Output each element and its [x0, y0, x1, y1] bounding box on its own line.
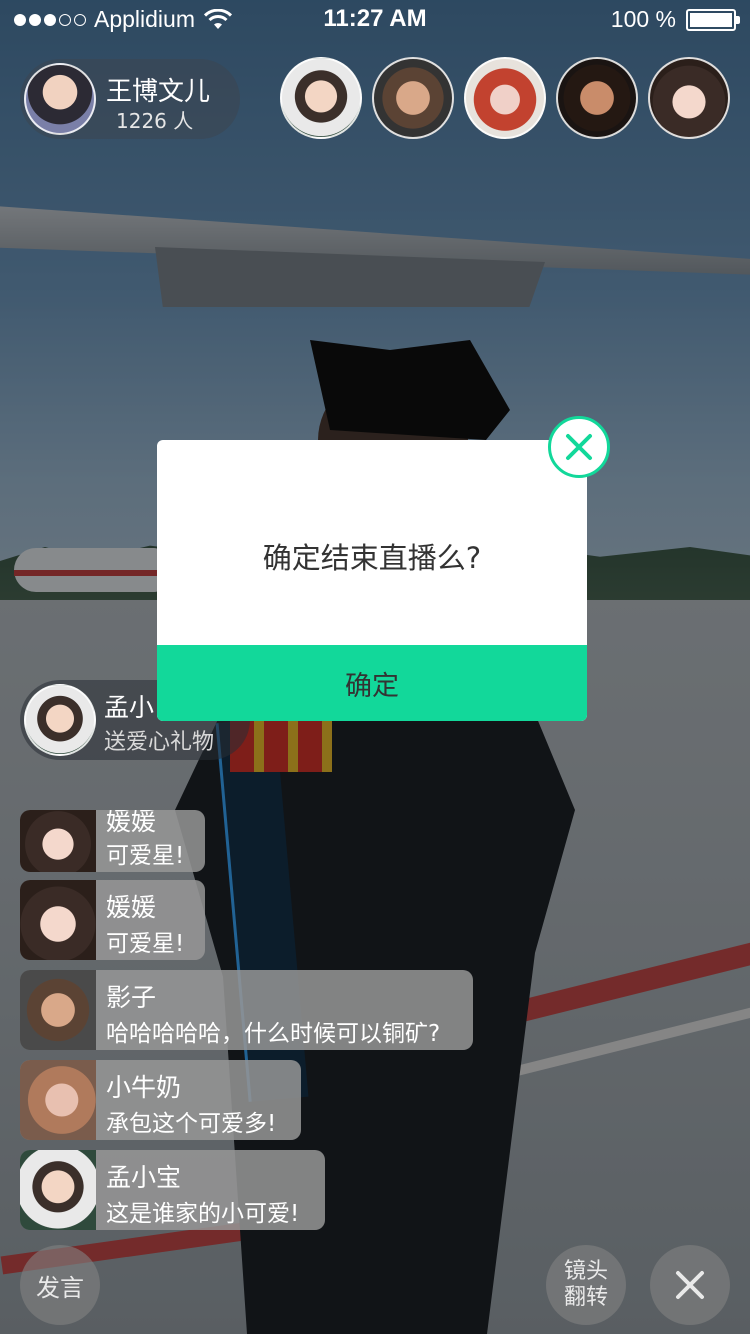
- chat-message: 哈哈哈哈哈，什么时候可以铜矿?: [106, 1021, 441, 1047]
- close-live-button[interactable]: [650, 1245, 730, 1325]
- chat-username: 媛媛: [106, 893, 157, 922]
- dialog-message: 确定结束直播么?: [262, 541, 482, 575]
- confirm-button[interactable]: 确定: [157, 645, 587, 721]
- chat-item: 媛媛 可爱星!: [20, 880, 205, 960]
- flip-camera-button[interactable]: 镜头翻转: [546, 1245, 626, 1325]
- host-name: 王博文儿: [106, 77, 211, 107]
- gift-sender-name: 孟小: [104, 693, 155, 722]
- host-avatar[interactable]: [24, 63, 96, 135]
- chat-message: 这是谁家的小可爱!: [106, 1201, 300, 1227]
- chat-item: 小牛奶 承包这个可爱多!: [20, 1060, 301, 1140]
- viewer-avatar[interactable]: [648, 57, 730, 139]
- chat-avatar[interactable]: [20, 1150, 96, 1230]
- end-live-dialog: 确定结束直播么? 确定: [157, 440, 587, 721]
- viewer-avatar[interactable]: [464, 57, 546, 139]
- viewer-count: 1226 人: [116, 109, 194, 133]
- host-info[interactable]: 王博文儿 1226 人: [20, 59, 240, 139]
- dialog-close-button[interactable]: [548, 416, 610, 478]
- chat-username: 影子: [106, 983, 157, 1012]
- chat-message: 承包这个可爱多!: [106, 1111, 277, 1137]
- close-circle-icon: [566, 434, 592, 460]
- chat-avatar[interactable]: [20, 1060, 96, 1140]
- battery-icon: [686, 8, 740, 31]
- chat-message: 可爱星!: [106, 843, 185, 869]
- gift-sender-avatar[interactable]: [24, 684, 96, 756]
- chat-item: 媛媛 可爱星!: [20, 810, 205, 872]
- close-icon: [676, 1271, 704, 1299]
- chat-username: 媛媛: [106, 810, 157, 836]
- status-bar: Applidium 11:27 AM 100 %: [0, 0, 750, 40]
- chat-message: 可爱星!: [106, 931, 185, 957]
- viewer-avatar[interactable]: [280, 57, 362, 139]
- viewer-avatar[interactable]: [372, 57, 454, 139]
- chat-username: 孟小宝: [106, 1163, 182, 1192]
- viewer-avatar[interactable]: [556, 57, 638, 139]
- chat-avatar[interactable]: [20, 970, 96, 1050]
- gift-description: 送爱心礼物: [104, 730, 215, 755]
- speak-button[interactable]: 发言: [20, 1245, 100, 1325]
- battery-percent: 100 %: [610, 6, 676, 32]
- chat-item: 影子 哈哈哈哈哈，什么时候可以铜矿?: [20, 970, 473, 1050]
- chat-avatar[interactable]: [20, 880, 96, 960]
- chat-item: 孟小宝 这是谁家的小可爱!: [20, 1150, 325, 1230]
- chat-username: 小牛奶: [106, 1073, 182, 1102]
- chat-avatar[interactable]: [20, 810, 96, 872]
